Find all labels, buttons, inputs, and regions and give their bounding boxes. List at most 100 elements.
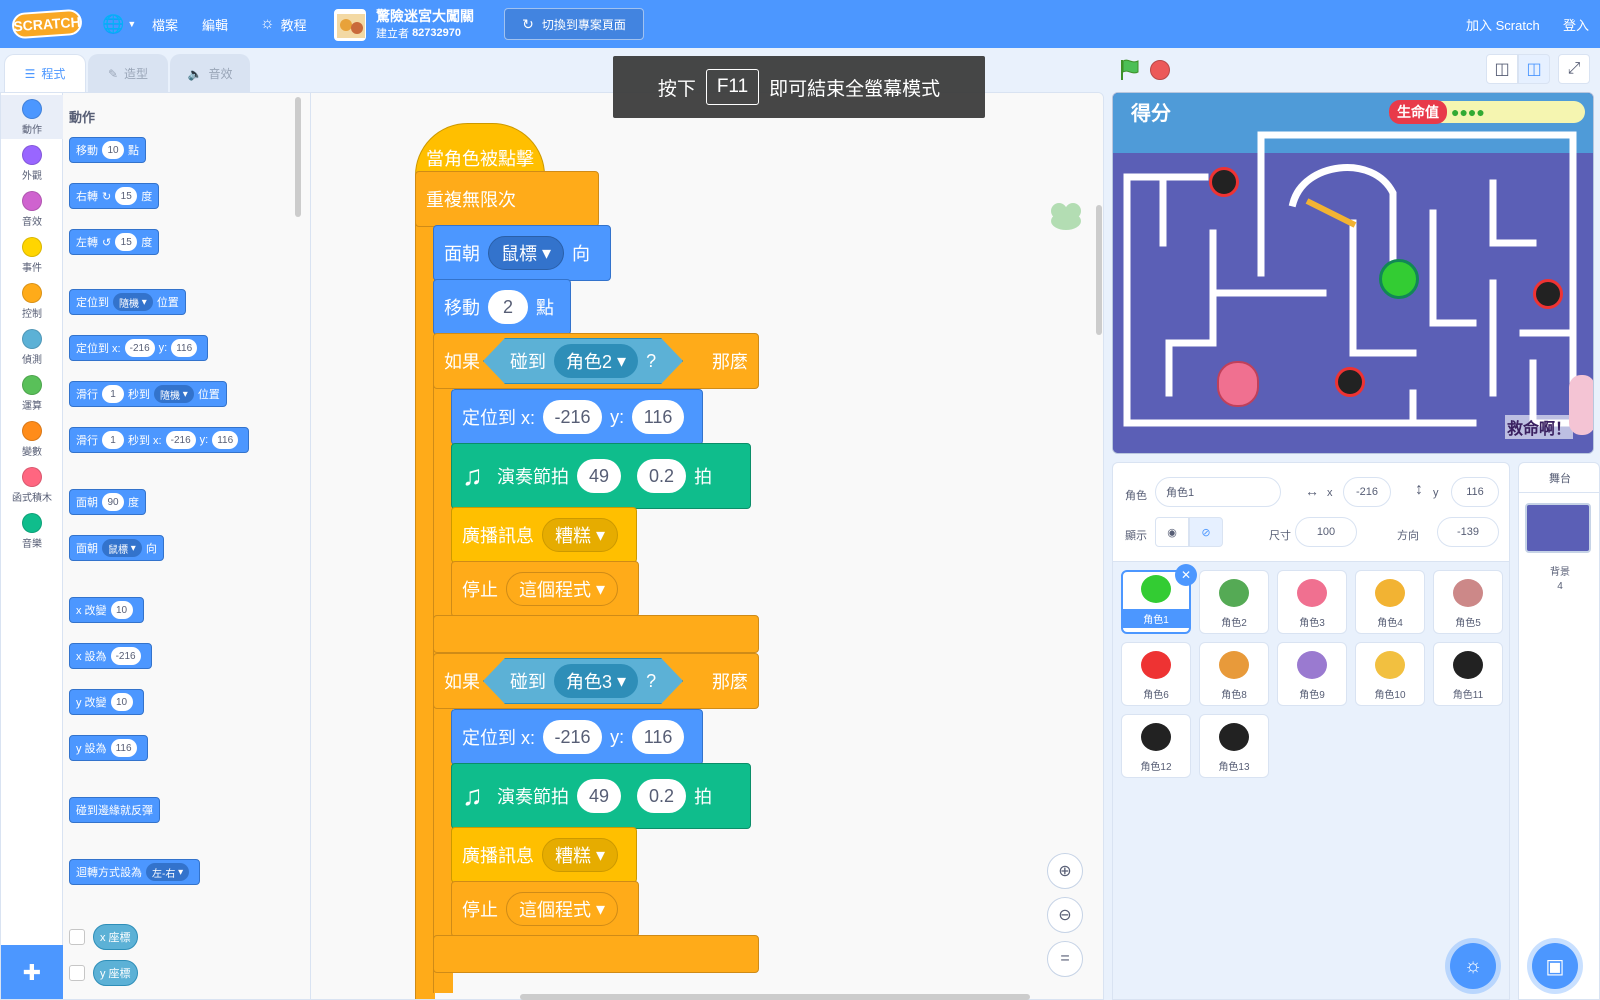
sign-in-link[interactable]: 登入 — [1563, 0, 1589, 48]
sprite-thumbnail[interactable]: 角色3 — [1277, 570, 1347, 634]
direction-input[interactable]: -139 — [1437, 517, 1499, 547]
category-4[interactable]: 控制 — [1, 279, 63, 323]
play-drum-block-1[interactable]: ♫ 演奏節拍 49 0.2 拍 — [451, 443, 751, 509]
sprite-thumbnail[interactable]: 角色6 — [1121, 642, 1191, 706]
tab-sounds[interactable]: 🔈 音效 — [170, 54, 250, 92]
goto-xy-block-2[interactable]: 定位到 x: -216 y: 116 — [451, 709, 703, 765]
palette-move-block[interactable]: 移動 10 點 — [69, 137, 146, 163]
palette-rotation-style-block[interactable]: 迴轉方式設為 左-右 ▾ — [69, 859, 201, 885]
stop-block-2[interactable]: 停止 這個程式 ▾ — [451, 881, 639, 937]
scratch-logo[interactable]: SCRATCH — [11, 8, 83, 40]
choose-backdrop-button[interactable]: ▣ — [1532, 943, 1578, 989]
script-area[interactable]: 當角色被點擊 重複無限次 面朝 鼠標 ▾ 向 移動 2 點 如果 那麼 碰到 角色2 ▾? … — [311, 93, 1103, 999]
point-target-dropdown[interactable]: 鼠標 ▾ — [488, 236, 565, 270]
sprite-thumbnail[interactable]: 角色8 — [1199, 642, 1269, 706]
hide-sprite-button[interactable]: ⊘ — [1189, 517, 1223, 547]
broadcast-message-dropdown-2[interactable]: 糟糕 ▾ — [542, 838, 619, 872]
touching-target-dropdown-2[interactable]: 角色3 ▾ — [554, 664, 638, 698]
language-menu[interactable]: 🌐 ▼ — [102, 0, 136, 48]
project-title[interactable]: 驚險迷宮大闖關 — [376, 6, 474, 26]
palette-glide-xy-block[interactable]: 滑行 1 秒到 x: -216 y: 116 — [69, 427, 250, 453]
file-menu[interactable]: 檔案 — [152, 0, 178, 48]
palette-turn-left-block[interactable]: 左轉 ↺ 15 度 — [69, 229, 160, 255]
script-horizontal-scrollbar[interactable] — [520, 994, 1030, 1000]
size-input[interactable]: 100 — [1295, 517, 1357, 547]
sprite-thumbnail[interactable]: 角色10 — [1355, 642, 1425, 706]
palette-scrollbar[interactable] — [295, 97, 301, 217]
category-7[interactable]: 變數 — [1, 417, 63, 461]
small-stage-button[interactable]: ◫ — [1486, 54, 1518, 84]
script-vertical-scrollbar[interactable] — [1096, 205, 1102, 335]
y-input[interactable]: 116 — [1451, 477, 1499, 507]
sprite-thumbnail[interactable]: 角色13 — [1199, 714, 1269, 778]
join-scratch-link[interactable]: 加入 Scratch — [1466, 0, 1540, 48]
edit-menu[interactable]: 編輯 — [202, 0, 228, 48]
switch-to-project-page-button[interactable]: ↻ 切換到專案頁面 — [504, 8, 644, 40]
touching-sensing-block-2[interactable]: 碰到 角色3 ▾? — [483, 658, 683, 704]
category-8[interactable]: 函式積木 — [1, 463, 63, 507]
palette-turn-right-block[interactable]: 右轉 ↻ 15 度 — [69, 183, 160, 209]
sprite-thumbnail[interactable]: 角色2 — [1199, 570, 1269, 634]
backdrop-thumbnail[interactable] — [1525, 503, 1591, 553]
sprite-thumbnail[interactable]: 角色4 — [1355, 570, 1425, 634]
palette-point-towards-block[interactable]: 面朝 鼠標 ▾ 向 — [69, 535, 164, 561]
goto-xy-block-1[interactable]: 定位到 x: -216 y: 116 — [451, 389, 703, 445]
palette-goto-xy-block[interactable]: 定位到 x: -216 y: 116 — [69, 335, 209, 361]
stage-canvas[interactable]: 得分 生命值 ●●●● 救命啊！ — [1112, 92, 1594, 454]
zoom-reset-button[interactable]: = — [1047, 941, 1083, 977]
palette-change-x-block[interactable]: x 改變 10 — [69, 597, 144, 623]
category-3[interactable]: 事件 — [1, 233, 63, 277]
tutorials-menu[interactable]: ☼ 教程 — [260, 0, 307, 48]
fullscreen-button[interactable]: ⤢ — [1558, 54, 1590, 84]
category-5[interactable]: 偵測 — [1, 325, 63, 369]
stop-option-dropdown-2[interactable]: 這個程式 ▾ — [506, 892, 619, 926]
touching-target-dropdown-1[interactable]: 角色2 ▾ — [554, 344, 638, 378]
broadcast-block-1[interactable]: 廣播訊息 糟糕 ▾ — [451, 507, 637, 563]
choose-sprite-button[interactable]: ☼ — [1450, 943, 1496, 989]
point-towards-block[interactable]: 面朝 鼠標 ▾ 向 — [433, 225, 611, 281]
xpos-checkbox[interactable] — [69, 929, 85, 945]
sprite-thumbnail[interactable]: 角色12 — [1121, 714, 1191, 778]
palette-glide-block[interactable]: 滑行 1 秒到 隨機 ▾ 位置 — [69, 381, 227, 407]
add-extension-button[interactable]: ✚ — [1, 945, 63, 999]
move-steps-block[interactable]: 移動 2 點 — [433, 279, 571, 335]
palette-ypos-reporter[interactable]: y 座標 — [93, 960, 138, 986]
green-flag-button[interactable] — [1118, 58, 1142, 82]
palette-goto-block[interactable]: 定位到 隨機 ▾ 位置 — [69, 289, 186, 315]
play-drum-block-2[interactable]: ♫ 演奏節拍 49 0.2 拍 — [451, 763, 751, 829]
stage-selector[interactable]: 舞台 背景 4 — [1518, 462, 1600, 1000]
palette-xpos-reporter[interactable]: x 座標 — [93, 924, 138, 950]
palette-set-y-block[interactable]: y 設為 116 — [69, 735, 148, 761]
stop-button[interactable] — [1150, 60, 1170, 80]
stop-block-1[interactable]: 停止 這個程式 ▾ — [451, 561, 639, 617]
palette-bounce-block[interactable]: 碰到邊緣就反彈 — [69, 797, 160, 823]
sprite-name-input[interactable]: 角色1 — [1155, 477, 1281, 507]
ypos-checkbox[interactable] — [69, 965, 85, 981]
category-1[interactable]: 外觀 — [1, 141, 63, 185]
sprite-thumbnail[interactable]: 角色9 — [1277, 642, 1347, 706]
show-sprite-button[interactable]: ◉ — [1155, 517, 1189, 547]
x-input[interactable]: -216 — [1343, 477, 1391, 507]
palette-change-y-block[interactable]: y 改變 10 — [69, 689, 144, 715]
palette-set-x-block[interactable]: x 設為 -216 — [69, 643, 152, 669]
zoom-out-button[interactable]: ⊖ — [1047, 897, 1083, 933]
broadcast-block-2[interactable]: 廣播訊息 糟糕 ▾ — [451, 827, 637, 883]
stop-option-dropdown-1[interactable]: 這個程式 ▾ — [506, 572, 619, 606]
category-0[interactable]: 動作 — [1, 95, 63, 139]
forever-block[interactable]: 重複無限次 — [415, 171, 599, 227]
palette-point-direction-block[interactable]: 面朝 90 度 — [69, 489, 146, 515]
large-stage-button[interactable]: ◫ — [1518, 54, 1550, 84]
category-9[interactable]: 音樂 — [1, 509, 63, 553]
sprite-thumbnail[interactable]: 角色5 — [1433, 570, 1503, 634]
zoom-in-button[interactable]: ⊕ — [1047, 853, 1083, 889]
category-6[interactable]: 運算 — [1, 371, 63, 415]
category-2[interactable]: 音效 — [1, 187, 63, 231]
tab-costumes[interactable]: ✎ 造型 — [88, 54, 168, 92]
touching-sensing-block-1[interactable]: 碰到 角色2 ▾? — [483, 338, 683, 384]
broadcast-message-dropdown-1[interactable]: 糟糕 ▾ — [542, 518, 619, 552]
sprite-costume-icon — [1292, 576, 1332, 610]
sprite-thumbnail[interactable]: 角色1 ✕ — [1121, 564, 1197, 634]
tab-code[interactable]: ☰ 程式 — [4, 54, 86, 92]
sprite-thumbnail[interactable]: 角色11 — [1433, 642, 1503, 706]
delete-sprite-icon[interactable]: ✕ — [1175, 564, 1197, 586]
